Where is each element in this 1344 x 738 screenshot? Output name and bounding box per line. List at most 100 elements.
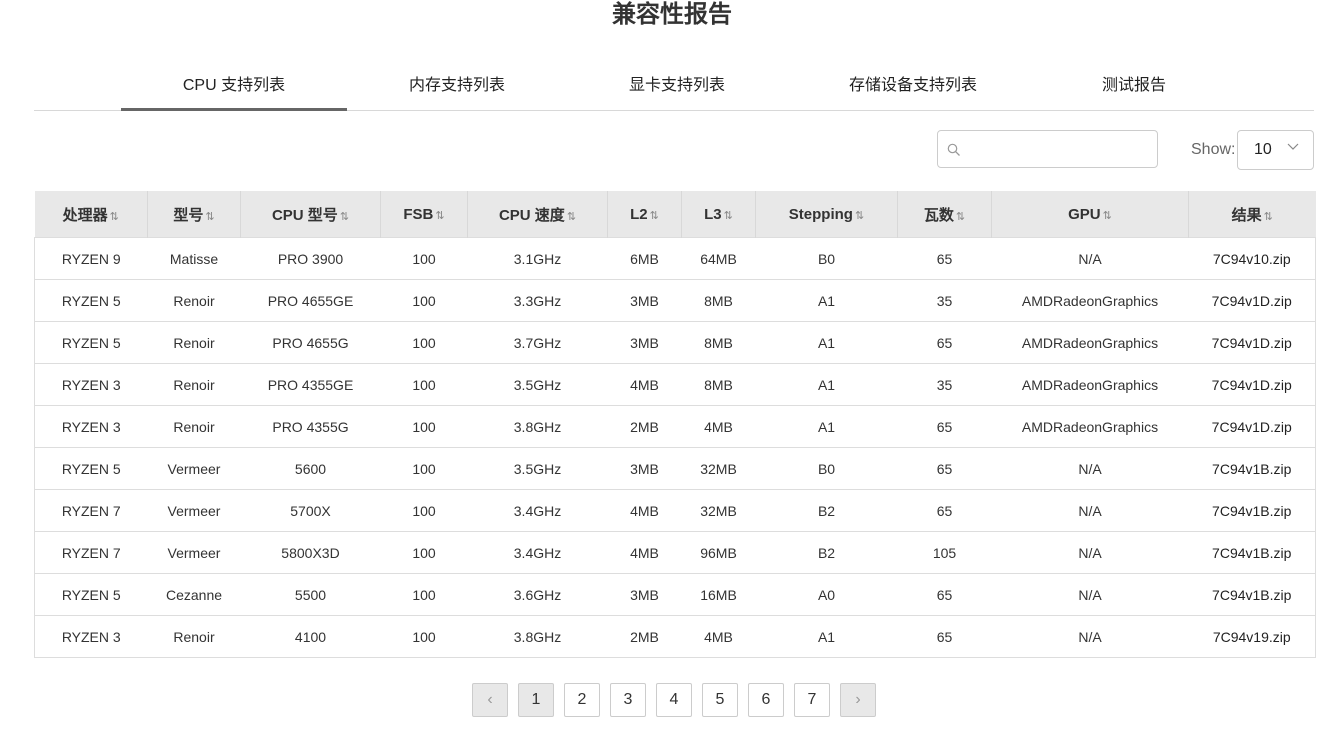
- cpu-support-table: 处理器 ⇅ 型号 ⇅ CPU 型号 ⇅ FSB ⇅ CPU 速度 ⇅ L2 ⇅ L3 ⇅ Stepping ⇅…: [34, 191, 1316, 658]
- table-cell: 4100: [240, 615, 381, 658]
- tab-storage[interactable]: 存储设备支持列表: [787, 64, 1039, 108]
- column-header-label: Stepping: [788, 205, 853, 223]
- column-header-label: GPU: [1068, 205, 1101, 223]
- search-input[interactable]: [968, 131, 1157, 169]
- table-cell: Renoir: [147, 279, 241, 322]
- table-cell: 35: [897, 363, 992, 406]
- sort-icon[interactable]: ⇅: [855, 210, 864, 222]
- table-cell: Renoir: [147, 405, 241, 448]
- table-cell: A1: [755, 615, 898, 658]
- table-cell: 65: [897, 321, 992, 364]
- result-file-link[interactable]: 7C94v1D.zip: [1188, 321, 1316, 364]
- tab-graphics[interactable]: 显卡支持列表: [567, 64, 787, 108]
- column-header[interactable]: Stepping ⇅: [755, 191, 898, 238]
- table-cell: 6MB: [607, 237, 682, 280]
- column-header[interactable]: L3 ⇅: [681, 191, 756, 238]
- column-header[interactable]: CPU 速度 ⇅: [467, 191, 608, 238]
- table-cell: 100: [380, 237, 468, 280]
- table-cell: PRO 4355GE: [240, 363, 381, 406]
- column-header[interactable]: 结果 ⇅: [1188, 191, 1316, 238]
- result-file-link[interactable]: 7C94v1D.zip: [1188, 363, 1316, 406]
- page-size-value: 10: [1254, 141, 1272, 158]
- column-header[interactable]: 瓦数 ⇅: [897, 191, 992, 238]
- result-file-link[interactable]: 7C94v19.zip: [1188, 615, 1316, 658]
- page-button-4[interactable]: 4: [656, 683, 692, 717]
- table-cell: B0: [755, 237, 898, 280]
- table-cell: A1: [755, 279, 898, 322]
- table-cell: AMDRadeonGraphics: [991, 279, 1189, 322]
- column-header[interactable]: L2 ⇅: [607, 191, 682, 238]
- column-header[interactable]: 处理器 ⇅: [34, 191, 148, 238]
- table-cell: AMDRadeonGraphics: [991, 321, 1189, 364]
- search-box: [937, 130, 1158, 169]
- table-cell: Renoir: [147, 363, 241, 406]
- table-cell: Renoir: [147, 321, 241, 364]
- page-button-7[interactable]: 7: [794, 683, 830, 717]
- column-header[interactable]: 型号 ⇅: [147, 191, 241, 238]
- table-cell: 64MB: [681, 237, 756, 280]
- table-cell: Vermeer: [147, 447, 241, 490]
- table-cell: Matisse: [147, 237, 241, 280]
- table-row: RYZEN 3 Renoir 4100 100 3.8GHz 2MB 4MB A1 65 N/A 7…: [34, 615, 1316, 658]
- table-cell: N/A: [991, 531, 1189, 574]
- chevron-down-icon: [1287, 143, 1299, 150]
- table-cell: PRO 4655GE: [240, 279, 381, 322]
- result-file-link[interactable]: 7C94v1D.zip: [1188, 405, 1316, 448]
- table-cell: 5800X3D: [240, 531, 381, 574]
- page-button-6[interactable]: 6: [748, 683, 784, 717]
- table-cell: 3.1GHz: [467, 237, 608, 280]
- page-size-select[interactable]: 10: [1237, 130, 1314, 170]
- column-header-label: L2: [630, 205, 648, 223]
- table-cell: 100: [380, 279, 468, 322]
- table-cell: 96MB: [681, 531, 756, 574]
- sort-icon[interactable]: ⇅: [956, 211, 965, 223]
- sort-icon[interactable]: ⇅: [650, 210, 659, 222]
- column-header-label: 瓦数: [923, 206, 954, 224]
- result-file-link[interactable]: 7C94v1B.zip: [1188, 447, 1316, 490]
- result-file-link[interactable]: 7C94v1B.zip: [1188, 531, 1316, 574]
- column-header[interactable]: CPU 型号 ⇅: [240, 191, 381, 238]
- table-cell: 4MB: [607, 489, 682, 532]
- tab-memory[interactable]: 内存支持列表: [347, 64, 567, 108]
- table-row: RYZEN 7 Vermeer 5700X 100 3.4GHz 4MB 32MB B2 65 N…: [34, 489, 1316, 532]
- table-cell: 35: [897, 279, 992, 322]
- table-cell: RYZEN 5: [34, 279, 148, 322]
- table-cell: 2MB: [607, 405, 682, 448]
- sort-icon[interactable]: ⇅: [567, 211, 576, 223]
- table-row: RYZEN 5 Cezanne 5500 100 3.6GHz 3MB 16MB A0 65 N/…: [34, 573, 1316, 616]
- table-cell: 3.4GHz: [467, 489, 608, 532]
- prev-page-button[interactable]: ‹: [472, 683, 508, 717]
- next-page-button[interactable]: ›: [840, 683, 876, 717]
- page-button-2[interactable]: 2: [564, 683, 600, 717]
- sort-icon[interactable]: ⇅: [1264, 211, 1273, 223]
- page-button-1[interactable]: 1: [518, 683, 554, 717]
- tab-test-report[interactable]: 测试报告: [1039, 64, 1229, 108]
- table-cell: 4MB: [681, 405, 756, 448]
- table-cell: RYZEN 3: [34, 363, 148, 406]
- table-cell: RYZEN 3: [34, 615, 148, 658]
- tab-cpu[interactable]: CPU 支持列表: [121, 64, 347, 111]
- result-file-link[interactable]: 7C94v1B.zip: [1188, 489, 1316, 532]
- column-header[interactable]: FSB ⇅: [380, 191, 468, 238]
- result-file-link[interactable]: 7C94v1D.zip: [1188, 279, 1316, 322]
- sort-icon[interactable]: ⇅: [1103, 210, 1112, 222]
- result-file-link[interactable]: 7C94v10.zip: [1188, 237, 1316, 280]
- sort-icon[interactable]: ⇅: [724, 210, 733, 222]
- table-cell: Cezanne: [147, 573, 241, 616]
- page-button-5[interactable]: 5: [702, 683, 738, 717]
- sort-icon[interactable]: ⇅: [340, 211, 349, 223]
- table-cell: 3.5GHz: [467, 363, 608, 406]
- sort-icon[interactable]: ⇅: [205, 211, 214, 223]
- table-row: RYZEN 5 Vermeer 5600 100 3.5GHz 3MB 32MB B0 65 N/…: [34, 447, 1316, 490]
- page-button-3[interactable]: 3: [610, 683, 646, 717]
- table-cell: AMDRadeonGraphics: [991, 405, 1189, 448]
- column-header[interactable]: GPU ⇅: [991, 191, 1189, 238]
- table-cell: 65: [897, 447, 992, 490]
- sort-icon[interactable]: ⇅: [435, 210, 444, 222]
- table-cell: 65: [897, 489, 992, 532]
- table-cell: Renoir: [147, 615, 241, 658]
- sort-icon[interactable]: ⇅: [110, 211, 119, 223]
- table-cell: 5600: [240, 447, 381, 490]
- table-cell: Vermeer: [147, 489, 241, 532]
- result-file-link[interactable]: 7C94v1B.zip: [1188, 573, 1316, 616]
